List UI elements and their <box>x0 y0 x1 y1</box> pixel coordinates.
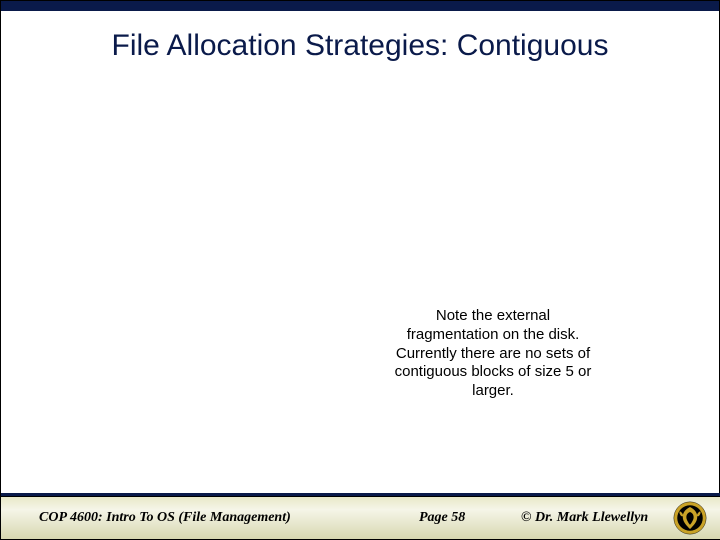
footer-page: Page 58 <box>419 510 465 526</box>
note-text: Note the external fragmentation on the d… <box>393 307 593 401</box>
ucf-pegasus-logo-icon <box>673 501 707 535</box>
footer-course: COP 4600: Intro To OS (File Management) <box>39 510 291 526</box>
top-accent-bar <box>1 1 719 11</box>
slide: File Allocation Strategies: Contiguous N… <box>0 0 720 540</box>
footer-background: COP 4600: Intro To OS (File Management) … <box>1 497 720 539</box>
slide-title: File Allocation Strategies: Contiguous <box>1 29 719 63</box>
footer-author: © Dr. Mark Llewellyn <box>521 510 648 526</box>
footer: COP 4600: Intro To OS (File Management) … <box>1 493 720 539</box>
